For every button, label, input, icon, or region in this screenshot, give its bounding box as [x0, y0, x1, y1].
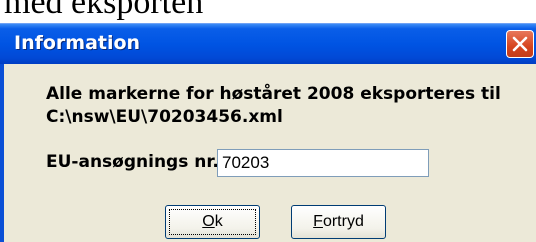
application-number-input[interactable] [217, 149, 429, 177]
information-dialog: Information Alle markerne for høståret 2… [0, 23, 536, 242]
ok-button[interactable]: Ok [165, 205, 260, 239]
close-icon [512, 36, 528, 52]
focus-rectangle [169, 209, 256, 235]
application-number-label: EU-ansøgnings nr. [46, 152, 219, 172]
close-button[interactable] [506, 30, 534, 58]
window-frame-left [0, 64, 4, 242]
cancel-label-mnemonic: F [313, 213, 323, 230]
cancel-label-rest: ortryd [322, 213, 364, 230]
dialog-titlebar[interactable]: Information [0, 23, 536, 64]
background-window-text: med eksporten [4, 0, 204, 21]
cancel-button[interactable]: Fortryd [291, 205, 386, 239]
dialog-title: Information [14, 32, 141, 54]
message-line-1: Alle markerne for høståret 2008 eksporte… [46, 84, 501, 104]
message-line-2: C:\nsw\EU\70203456.xml [46, 107, 283, 127]
